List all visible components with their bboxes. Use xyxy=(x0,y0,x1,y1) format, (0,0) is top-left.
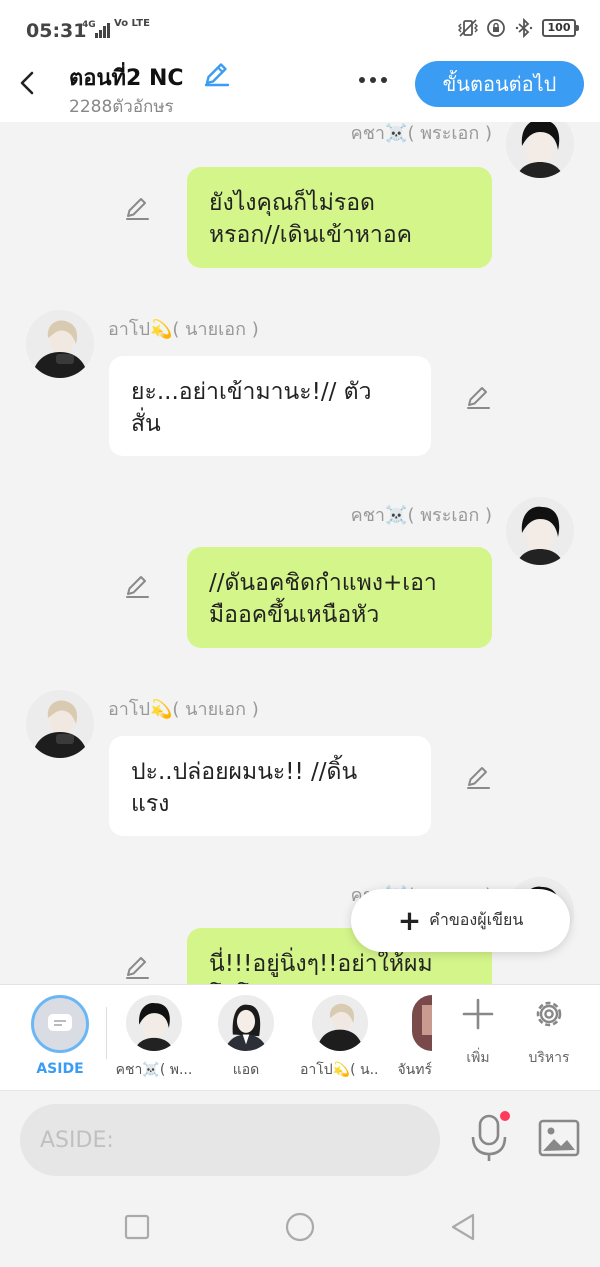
bluetooth-icon xyxy=(515,18,533,38)
chevron-left-icon xyxy=(20,71,34,95)
sender-name: คชา☠️( พระเอก ) xyxy=(350,123,492,144)
character-item[interactable]: แอด xyxy=(206,995,286,1081)
status-time: 05:31 xyxy=(26,20,87,42)
next-step-button[interactable]: ขั้นตอนต่อไป xyxy=(415,61,584,107)
sender-name: อาโป💫( นายเอก ) xyxy=(108,319,259,340)
plus-icon xyxy=(462,998,494,1030)
edit-message-icon[interactable] xyxy=(123,194,151,222)
more-dot-icon xyxy=(370,77,376,83)
sender-name: อาโป💫( นายเอก ) xyxy=(108,699,259,720)
message-bubble[interactable]: //ดันอคชิดกำแพง+เอา มืออคขึ้นเหนือหัว xyxy=(187,547,492,648)
recording-dot xyxy=(500,1111,510,1121)
home-icon[interactable] xyxy=(284,1211,316,1243)
avatar-blonde-man-icon xyxy=(312,995,368,1051)
message-input[interactable] xyxy=(20,1104,440,1176)
writer-note-button[interactable]: + คำของผู้เขียน xyxy=(351,889,570,952)
character-name: แอด xyxy=(232,1062,260,1078)
edit-message-icon[interactable] xyxy=(464,763,492,791)
writer-note-label: คำของผู้เขียน xyxy=(429,910,524,929)
status-right-icons: 100 xyxy=(458,18,579,38)
more-dot-icon xyxy=(381,77,387,83)
message-bubble[interactable]: ปะ..ปล่อยผมนะ!! //ดิ้น แรง xyxy=(109,736,431,836)
message-bubble[interactable]: ยังไงคุณก็ไม่รอด หรอก//เดินเข้าหาอค xyxy=(187,167,492,268)
manage-label: บริหาร xyxy=(528,1050,570,1066)
character-item[interactable]: จันทร์ xyxy=(388,995,432,1081)
status-bar: 05:31 4G Vo LTE 100 xyxy=(0,0,600,60)
avatar-blonde-man-icon xyxy=(26,310,94,378)
chat-area[interactable]: คชา☠️( พระเอก ) ยังไงคุณก็ไม่รอด หรอก//เ… xyxy=(0,122,600,984)
add-label: เพิ่ม xyxy=(466,1050,490,1066)
vibrate-icon xyxy=(458,19,478,37)
add-character-button[interactable]: เพิ่ม xyxy=(448,997,508,1069)
avatar xyxy=(218,995,274,1051)
avatar-dark-hair-man-icon xyxy=(506,122,574,178)
character-name: อาโป💫( น... xyxy=(300,1062,380,1078)
more-options-button[interactable] xyxy=(354,66,392,94)
character-item[interactable]: อาโป💫( น... xyxy=(300,995,380,1081)
message-bubble[interactable]: ยะ...อย่าเข้ามานะ!// ตัว สั่น xyxy=(109,356,431,456)
back-nav-icon[interactable] xyxy=(447,1211,479,1243)
aside-selector[interactable]: ASIDE xyxy=(31,995,89,1077)
app-root: 05:31 4G Vo LTE 100 ตอนที่2 NC 2288ตัวอั… xyxy=(0,0,600,1267)
plus-icon: + xyxy=(397,903,422,937)
avatar[interactable] xyxy=(26,310,94,378)
character-count: 2288ตัวอักษร xyxy=(69,97,174,117)
avatar-dark-hair-man-icon xyxy=(506,497,574,565)
signal-icon xyxy=(95,23,110,38)
lock-rotation-icon xyxy=(487,19,505,37)
character-name: คชา☠️( พ... xyxy=(115,1062,193,1078)
back-button[interactable] xyxy=(14,68,40,98)
gear-icon xyxy=(536,1001,562,1027)
character-item[interactable]: คชา☠️( พ... xyxy=(114,995,194,1081)
edit-title-icon[interactable] xyxy=(202,60,230,88)
aside-circle xyxy=(31,995,89,1053)
avatar[interactable] xyxy=(506,122,574,178)
chat-bubble-icon xyxy=(48,1014,72,1031)
avatar-blonde-man-icon xyxy=(26,690,94,758)
avatar xyxy=(412,995,432,1051)
avatar[interactable] xyxy=(26,690,94,758)
divider xyxy=(106,1007,107,1059)
volte-badge: Vo LTE xyxy=(114,18,150,29)
aside-label: ASIDE xyxy=(36,1061,84,1077)
character-name: จันทร์ xyxy=(397,1062,432,1078)
battery-indicator: 100 xyxy=(542,19,579,37)
editor-header: ตอนที่2 NC 2288ตัวอักษร ขั้นตอนต่อไป xyxy=(0,60,600,122)
recent-apps-icon[interactable] xyxy=(121,1211,153,1243)
avatar-dark-hair-man-icon xyxy=(126,995,182,1051)
avatar[interactable] xyxy=(506,497,574,565)
avatar-woman-suit-icon xyxy=(218,995,274,1051)
avatar xyxy=(126,995,182,1051)
manage-button[interactable]: บริหาร xyxy=(519,997,579,1069)
character-selector: ASIDE คชา☠️( พ... แอด อาโป💫(น... จันทร์… xyxy=(0,984,600,1090)
edit-message-icon[interactable] xyxy=(123,953,151,981)
edit-message-icon[interactable] xyxy=(464,383,492,411)
avatar xyxy=(312,995,368,1051)
sender-name: คชา☠️( พระเอก ) xyxy=(350,505,492,526)
episode-title: ตอนที่2 NC xyxy=(69,66,184,91)
system-nav-bar xyxy=(0,1187,600,1267)
edit-message-icon[interactable] xyxy=(123,572,151,600)
avatar-partial-icon xyxy=(412,995,432,1051)
more-dot-icon xyxy=(359,77,365,83)
input-row xyxy=(0,1090,600,1187)
image-icon[interactable] xyxy=(538,1119,580,1157)
